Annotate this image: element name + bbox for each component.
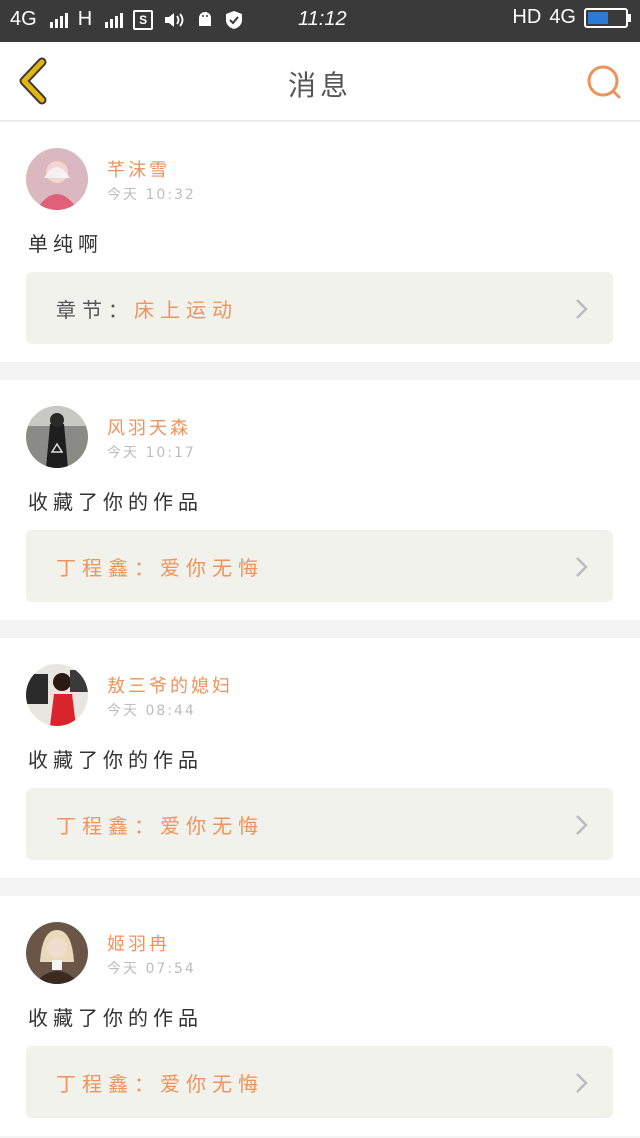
message-text: 收藏了你的作品 <box>28 748 203 772</box>
status-bar: 4G H S 11:12 HD 4G <box>0 0 640 42</box>
search-icon[interactable] <box>584 62 624 102</box>
reference-name: 丁程鑫：爱你无悔 <box>56 556 264 580</box>
work-reference-link[interactable]: 丁程鑫：爱你无悔 <box>26 1046 613 1118</box>
page-title: 消息 <box>287 69 352 102</box>
signal-bars-icon <box>49 12 68 28</box>
reference-text: 丁程鑫：爱你无悔 <box>56 552 264 581</box>
nav-bar: 消息 <box>0 42 640 121</box>
avatar[interactable] <box>26 406 88 468</box>
status-time: 11:12 <box>298 8 347 30</box>
reference-text: 章节：床上运动 <box>56 294 238 323</box>
avatar[interactable] <box>26 922 88 984</box>
message-card: 敖三爷的媳妇 今天 08:44 收藏了你的作品 丁程鑫：爱你无悔 <box>0 638 640 878</box>
reference-name: 丁程鑫：爱你无悔 <box>56 814 264 838</box>
chevron-right-icon <box>576 557 588 577</box>
network-label-4g-right: 4G <box>549 6 576 28</box>
message-time: 今天 10:32 <box>107 187 196 203</box>
volume-icon <box>165 12 184 27</box>
reference-text: 丁程鑫：爱你无悔 <box>56 810 264 839</box>
network-label-h: H <box>77 8 93 30</box>
shield-icon <box>226 10 243 29</box>
reference-name: 丁程鑫：爱你无悔 <box>56 1072 264 1096</box>
message-card: 风羽天森 今天 10:17 收藏了你的作品 丁程鑫：爱你无悔 <box>0 380 640 620</box>
reference-text: 丁程鑫：爱你无悔 <box>56 1068 264 1097</box>
hd-label: HD <box>512 6 542 28</box>
status-right: HD 4G <box>512 6 631 29</box>
network-label-4g: 4G <box>10 8 37 30</box>
username[interactable]: 敖三爷的媳妇 <box>107 672 233 698</box>
work-reference-link[interactable]: 丁程鑫：爱你无悔 <box>26 530 613 602</box>
reference-prefix: 章节： <box>56 298 134 322</box>
message-text: 收藏了你的作品 <box>28 1006 203 1030</box>
username[interactable]: 姬羽冉 <box>107 930 170 956</box>
chevron-right-icon <box>576 1073 588 1093</box>
message-text: 收藏了你的作品 <box>28 490 203 514</box>
message-time: 今天 10:17 <box>107 445 196 461</box>
message-text: 单纯啊 <box>28 232 103 256</box>
message-card: 姬羽冉 今天 07:54 收藏了你的作品 丁程鑫：爱你无悔 <box>0 896 640 1136</box>
work-reference-link[interactable]: 丁程鑫：爱你无悔 <box>26 788 613 860</box>
avatar[interactable] <box>26 664 88 726</box>
chevron-right-icon <box>576 299 588 319</box>
username[interactable]: 风羽天森 <box>107 414 191 440</box>
avatar[interactable] <box>26 148 88 210</box>
work-reference-link[interactable]: 章节：床上运动 <box>26 272 613 344</box>
message-time: 今天 07:54 <box>107 961 196 977</box>
android-icon <box>199 11 212 26</box>
chevron-right-icon <box>576 815 588 835</box>
sim-icon: S <box>133 9 154 30</box>
username[interactable]: 芊沫雪 <box>107 156 170 182</box>
signal-bars-icon-2 <box>105 12 124 28</box>
battery-icon <box>584 7 631 28</box>
status-left: 4G H S <box>10 8 243 31</box>
reference-name: 床上运动 <box>134 298 238 322</box>
message-time: 今天 08:44 <box>107 703 196 719</box>
message-card: 芊沫雪 今天 10:32 单纯啊 章节：床上运动 <box>0 122 640 362</box>
